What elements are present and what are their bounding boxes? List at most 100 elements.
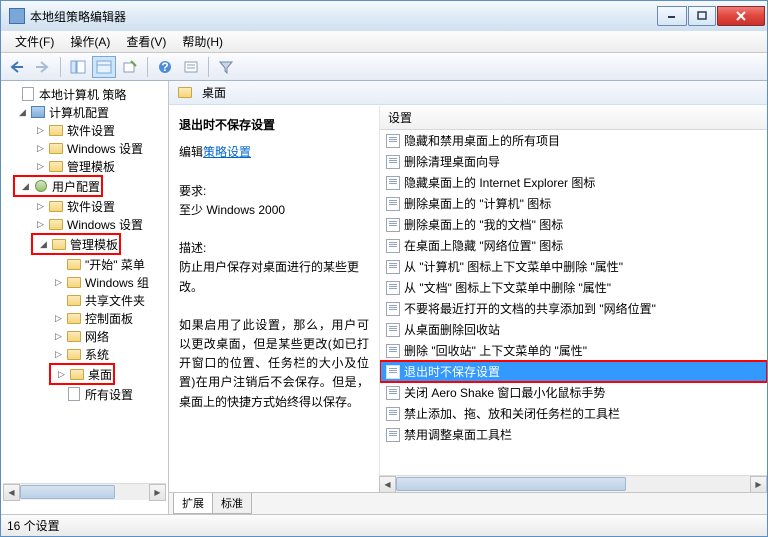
list-item-label: 删除清理桌面向导 (404, 153, 500, 170)
setting-icon (386, 176, 400, 190)
back-button[interactable] (5, 56, 29, 78)
tab-extended[interactable]: 扩展 (173, 493, 213, 514)
right-pane: 桌面 退出时不保存设置 编辑策略设置 要求: 至少 Windows 2000 描… (169, 81, 767, 514)
tree-user-windows[interactable]: ▷Windows 设置 (3, 215, 166, 233)
tree-desktop[interactable]: ▷桌面 (52, 365, 112, 383)
scroll-left-icon[interactable]: ◀ (3, 484, 20, 501)
menu-file[interactable]: 文件(F) (7, 31, 62, 52)
tree-root[interactable]: 本地计算机 策略 (3, 85, 166, 103)
detail-pane: 退出时不保存设置 编辑策略设置 要求: 至少 Windows 2000 描述: … (169, 106, 379, 492)
list-item[interactable]: 不要将最近打开的文档的共享添加到 "网络位置" (380, 298, 767, 319)
requirements-label: 要求: (179, 182, 369, 201)
tab-strip: 扩展 标准 (169, 492, 767, 514)
tree-network[interactable]: ▷网络 (3, 327, 166, 345)
tree-control-panel[interactable]: ▷控制面板 (3, 309, 166, 327)
list-hscrollbar[interactable]: ◀ ▶ (379, 475, 767, 492)
list-item[interactable]: 禁止添加、拖、放和关闭任务栏的工具栏 (380, 403, 767, 424)
list-item-label: 删除桌面上的 "我的文档" 图标 (404, 216, 563, 233)
minimize-button[interactable] (657, 6, 687, 26)
help-button[interactable]: ? (153, 56, 177, 78)
right-header: 桌面 (169, 81, 767, 105)
list-item-label: 隐藏和禁用桌面上的所有项目 (404, 132, 560, 149)
right-header-title: 桌面 (202, 84, 226, 101)
tree-start-menu[interactable]: "开始" 菜单 (3, 255, 166, 273)
setting-icon (386, 239, 400, 253)
scroll-thumb[interactable] (20, 485, 115, 499)
list-item-label: 不要将最近打开的文档的共享添加到 "网络位置" (404, 300, 656, 317)
tab-standard[interactable]: 标准 (212, 493, 252, 514)
scroll-right-icon[interactable]: ▶ (750, 476, 767, 492)
list-item[interactable]: 在桌面上隐藏 "网络位置" 图标 (380, 235, 767, 256)
tree-user-software[interactable]: ▷软件设置 (3, 197, 166, 215)
scroll-thumb[interactable] (396, 477, 626, 491)
list-item[interactable]: 关闭 Aero Shake 窗口最小化鼠标手势 (380, 382, 767, 403)
svg-text:?: ? (161, 60, 168, 74)
detail-title: 退出时不保存设置 (179, 116, 369, 135)
list-item[interactable]: 删除桌面上的 "我的文档" 图标 (380, 214, 767, 235)
menubar: 文件(F) 操作(A) 查看(V) 帮助(H) (1, 31, 767, 53)
list-item-label: 隐藏桌面上的 Internet Explorer 图标 (404, 174, 595, 191)
list-item[interactable]: 从桌面删除回收站 (380, 319, 767, 340)
list-item[interactable]: 删除 "回收站" 上下文菜单的 "属性" (380, 340, 767, 361)
list-item-label: 关闭 Aero Shake 窗口最小化鼠标手势 (404, 384, 605, 401)
column-header-setting[interactable]: 设置 (379, 106, 767, 130)
policy-settings-link[interactable]: 策略设置 (203, 145, 251, 159)
description-text-1: 防止用户保存对桌面进行的某些更改。 (179, 258, 369, 296)
setting-icon (386, 134, 400, 148)
setting-icon (386, 197, 400, 211)
list-item-label: 删除 "回收站" 上下文菜单的 "属性" (404, 342, 587, 359)
tree-user-config[interactable]: ◢用户配置 (16, 177, 100, 195)
tree-windows-group[interactable]: ▷Windows 组 (3, 273, 166, 291)
window-title: 本地组策略编辑器 (30, 8, 656, 25)
tree-computer-config[interactable]: ◢计算机配置 (3, 103, 166, 121)
settings-list-pane: 设置 隐藏和禁用桌面上的所有项目删除清理桌面向导隐藏桌面上的 Internet … (379, 106, 767, 492)
properties-button[interactable] (179, 56, 203, 78)
list-item[interactable]: 退出时不保存设置 (380, 361, 767, 382)
tree-all-settings[interactable]: 所有设置 (3, 385, 166, 403)
menu-action[interactable]: 操作(A) (62, 31, 118, 52)
list-item[interactable]: 隐藏和禁用桌面上的所有项目 (380, 130, 767, 151)
list-item[interactable]: 隐藏桌面上的 Internet Explorer 图标 (380, 172, 767, 193)
list-item[interactable]: 从 "文档" 图标上下文菜单中删除 "属性" (380, 277, 767, 298)
titlebar[interactable]: 本地组策略编辑器 (1, 1, 767, 31)
setting-icon (386, 218, 400, 232)
list-item-label: 禁用调整桌面工具栏 (404, 426, 512, 443)
settings-list[interactable]: 隐藏和禁用桌面上的所有项目删除清理桌面向导隐藏桌面上的 Internet Exp… (379, 130, 767, 475)
list-item-label: 退出时不保存设置 (404, 363, 500, 380)
scroll-left-icon[interactable]: ◀ (379, 476, 396, 492)
content-area: 本地计算机 策略 ◢计算机配置 ▷软件设置 ▷Windows 设置 ▷管理模板 … (1, 81, 767, 514)
list-item-label: 删除桌面上的 "计算机" 图标 (404, 195, 551, 212)
tree-pane[interactable]: 本地计算机 策略 ◢计算机配置 ▷软件设置 ▷Windows 设置 ▷管理模板 … (1, 81, 169, 514)
app-icon (9, 8, 25, 24)
tree-hscrollbar[interactable]: ◀ ▶ (3, 483, 166, 500)
tree-user-templates[interactable]: ◢管理模板 (34, 235, 118, 253)
scroll-right-icon[interactable]: ▶ (149, 484, 166, 501)
list-item[interactable]: 禁用调整桌面工具栏 (380, 424, 767, 445)
show-hide-tree-button[interactable] (66, 56, 90, 78)
maximize-button[interactable] (688, 6, 716, 26)
window-frame: 本地组策略编辑器 文件(F) 操作(A) 查看(V) 帮助(H) ? (0, 0, 768, 537)
list-item[interactable]: 从 "计算机" 图标上下文菜单中删除 "属性" (380, 256, 767, 277)
tree-system[interactable]: ▷系统 (3, 345, 166, 363)
filter-button[interactable] (214, 56, 238, 78)
tree-shared-folders[interactable]: 共享文件夹 (3, 291, 166, 309)
details-view-button[interactable] (92, 56, 116, 78)
export-button[interactable] (118, 56, 142, 78)
tree-comp-software[interactable]: ▷软件设置 (3, 121, 166, 139)
list-item[interactable]: 删除清理桌面向导 (380, 151, 767, 172)
list-item-label: 从 "计算机" 图标上下文菜单中删除 "属性" (404, 258, 623, 275)
list-item-label: 从 "文档" 图标上下文菜单中删除 "属性" (404, 279, 611, 296)
menu-view[interactable]: 查看(V) (118, 31, 174, 52)
close-button[interactable] (717, 6, 765, 26)
setting-icon (386, 386, 400, 400)
tree-comp-templates[interactable]: ▷管理模板 (3, 157, 166, 175)
tree-comp-windows[interactable]: ▷Windows 设置 (3, 139, 166, 157)
list-item-label: 禁止添加、拖、放和关闭任务栏的工具栏 (404, 405, 620, 422)
list-item[interactable]: 删除桌面上的 "计算机" 图标 (380, 193, 767, 214)
menu-help[interactable]: 帮助(H) (174, 31, 231, 52)
statusbar: 16 个设置 (1, 514, 767, 536)
setting-icon (386, 260, 400, 274)
forward-button[interactable] (31, 56, 55, 78)
setting-icon (386, 428, 400, 442)
setting-icon (386, 407, 400, 421)
